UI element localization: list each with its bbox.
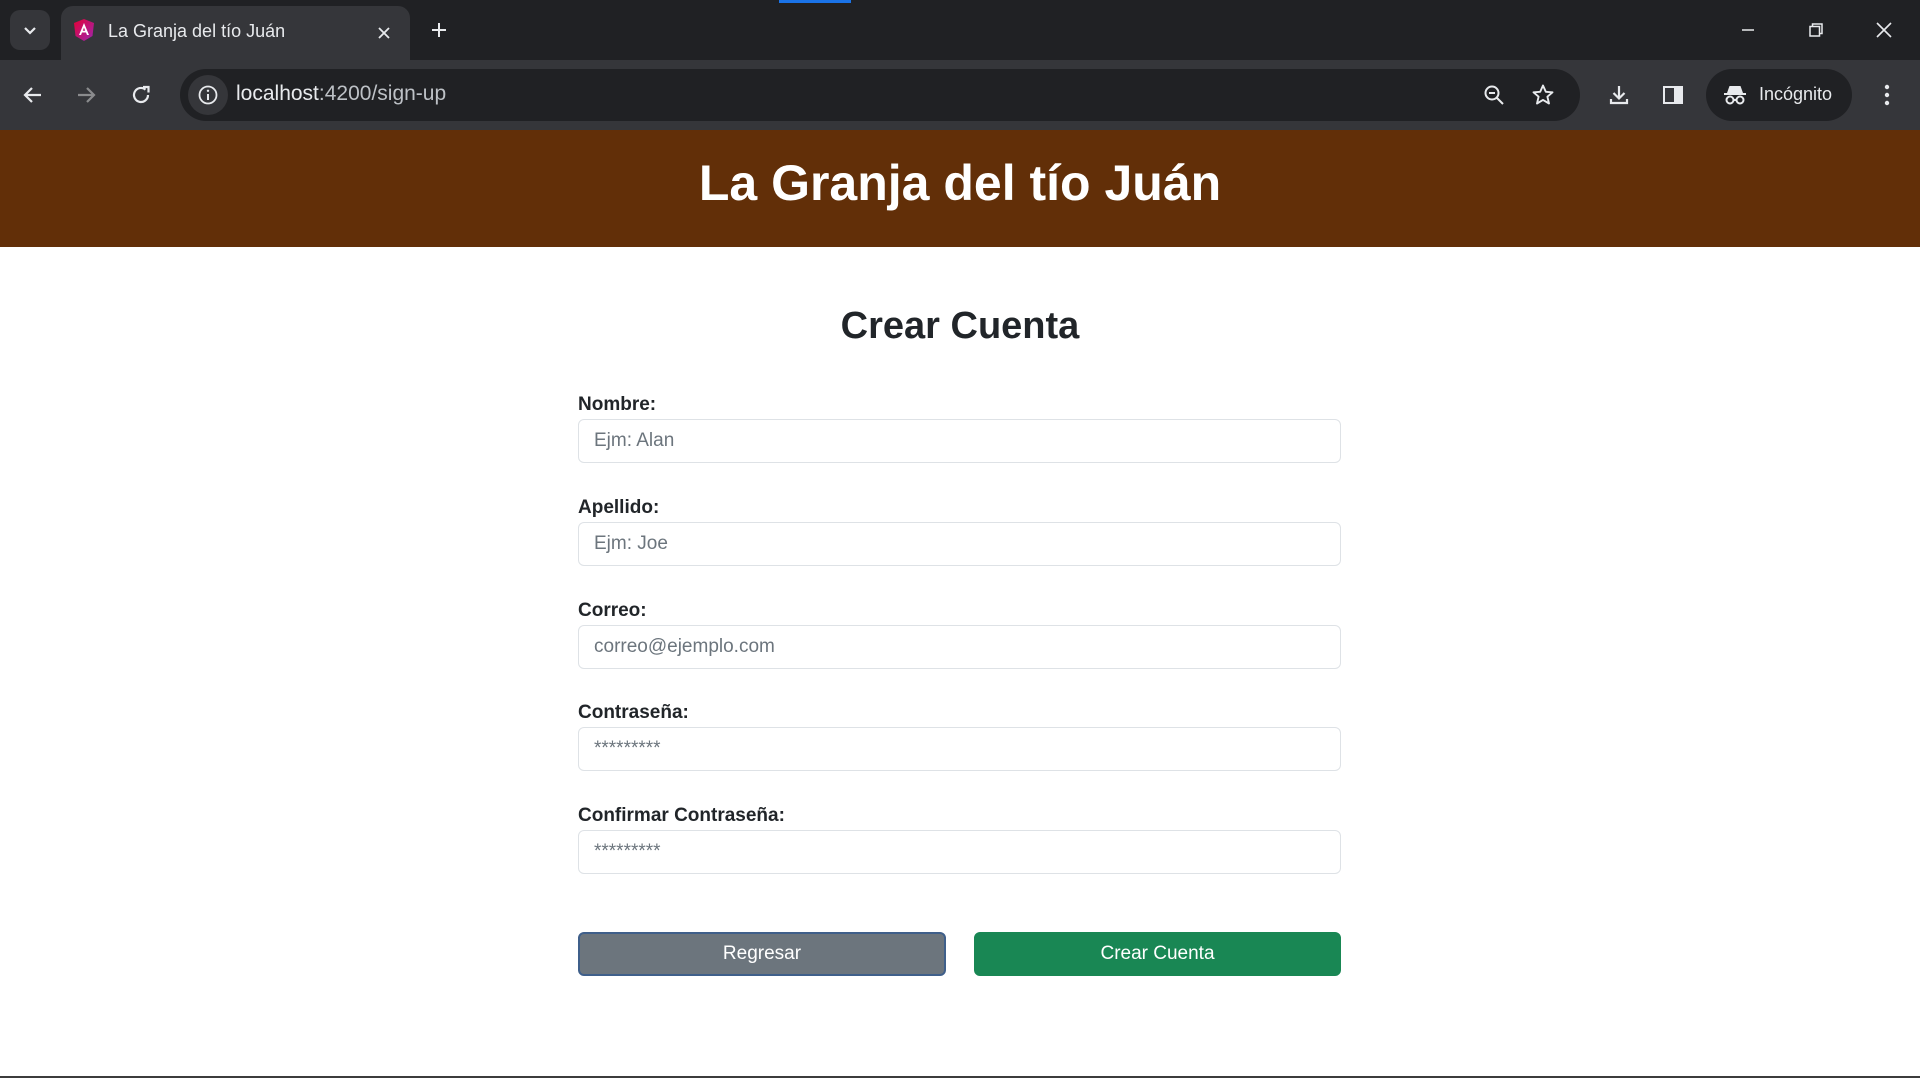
- site-info-button[interactable]: [188, 75, 228, 115]
- arrow-left-icon: [23, 87, 41, 103]
- window-close-button[interactable]: [1864, 12, 1904, 48]
- window-minimize-button[interactable]: [1728, 12, 1768, 48]
- download-icon: [1609, 86, 1629, 105]
- back-button[interactable]: [13, 75, 53, 115]
- arrow-right-icon: [78, 87, 96, 103]
- email-label: Correo:: [578, 600, 647, 621]
- first-name-input[interactable]: [578, 419, 1341, 463]
- email-input[interactable]: [578, 625, 1341, 669]
- tab-indicator: [779, 0, 851, 3]
- tab-close-button[interactable]: [371, 20, 397, 46]
- forward-button[interactable]: [66, 75, 106, 115]
- first-name-label: Nombre:: [578, 394, 657, 415]
- address-bar[interactable]: localhost:4200/sign-up: [180, 69, 1580, 121]
- star-icon: [1532, 84, 1554, 105]
- password-label: Contraseña:: [578, 702, 689, 723]
- create-account-button[interactable]: Crear Cuenta: [974, 932, 1341, 976]
- browser-tab-strip: La Granja del tío Juán: [0, 0, 1920, 60]
- confirm-password-input[interactable]: [578, 830, 1341, 874]
- downloads-button[interactable]: [1599, 75, 1639, 115]
- zoom-icon: [1484, 85, 1504, 105]
- side-panel-button[interactable]: [1653, 75, 1693, 115]
- reload-icon: [132, 85, 150, 104]
- zoom-button[interactable]: [1474, 75, 1514, 115]
- url-path: :4200/sign-up: [318, 82, 447, 105]
- form-title: Crear Cuenta: [840, 305, 1080, 347]
- minimize-icon: [1742, 29, 1754, 31]
- last-name-input[interactable]: [578, 522, 1341, 566]
- angular-icon: [74, 19, 94, 41]
- last-name-label: Apellido:: [578, 497, 660, 518]
- incognito-profile-button[interactable]: Incógnito: [1706, 69, 1852, 121]
- side-panel-icon: [1663, 86, 1683, 104]
- new-tab-button[interactable]: [423, 14, 455, 46]
- back-button-page[interactable]: Regresar: [578, 932, 946, 976]
- site-header: La Granja del tío Juán: [0, 130, 1920, 247]
- browser-menu-button[interactable]: [1867, 75, 1907, 115]
- confirm-password-label: Confirmar Contraseña:: [578, 805, 785, 826]
- reload-button[interactable]: [121, 75, 161, 115]
- url-text[interactable]: localhost:4200/sign-up: [236, 82, 446, 106]
- close-icon: [1876, 22, 1892, 38]
- browser-tab-active[interactable]: La Granja del tío Juán: [61, 6, 410, 60]
- tab-title: La Granja del tío Juán: [108, 21, 286, 41]
- more-vertical-icon: [1884, 84, 1890, 106]
- bookmark-button[interactable]: [1523, 75, 1563, 115]
- tab-search-button[interactable]: [10, 10, 50, 50]
- profile-label: Incógnito: [1759, 84, 1833, 104]
- browser-toolbar: localhost:4200/sign-up Incógnito: [0, 60, 1920, 130]
- incognito-icon: [1724, 86, 1746, 105]
- chevron-down-icon: [24, 27, 36, 35]
- window-restore-button[interactable]: [1796, 12, 1836, 48]
- url-host: localhost: [236, 82, 319, 105]
- site-title: La Granja del tío Juán: [698, 154, 1222, 211]
- restore-icon: [1809, 23, 1823, 37]
- password-input[interactable]: [578, 727, 1341, 771]
- close-icon: [378, 27, 390, 39]
- info-icon: [198, 85, 218, 105]
- plus-icon: [432, 23, 446, 37]
